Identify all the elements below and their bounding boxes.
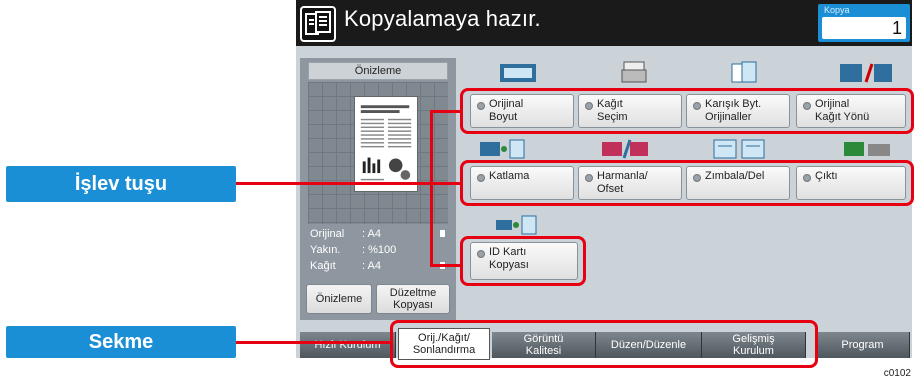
tab-pointer-line	[236, 341, 392, 344]
function-key-pointer-line	[236, 182, 462, 185]
copy-count-label: Kopya	[824, 5, 850, 15]
figure-code: c0102	[883, 368, 911, 379]
paper-value: : A4	[362, 260, 381, 272]
copy-mode-icon	[300, 6, 336, 42]
preview-button[interactable]: Önizleme	[306, 284, 372, 314]
annotation-connector-row1	[430, 110, 462, 113]
status-message: Kopyalamaya hazır.	[344, 6, 541, 31]
annotation-connector-vertical	[430, 110, 433, 266]
original-size-icon	[498, 60, 538, 84]
collate-offset-icon	[600, 138, 650, 160]
tab-highlight	[390, 320, 818, 368]
fold-icon	[478, 138, 528, 160]
id-card-icon	[494, 214, 540, 236]
function-key-highlight-row2	[460, 160, 914, 206]
tab-quick-setup[interactable]: Hızlı Kurulum	[300, 332, 396, 358]
document-thumbnail	[354, 96, 418, 192]
staple-punch-icon	[712, 138, 768, 160]
original-orientation-icon	[440, 230, 445, 237]
function-key-highlight-row1	[460, 88, 914, 134]
preview-title: Önizleme	[308, 62, 448, 80]
tab-callout: Sekme	[6, 326, 236, 358]
paper-label: Kağıt	[310, 260, 336, 272]
tab-program[interactable]: Program	[816, 332, 910, 358]
original-orientation-icon	[838, 60, 894, 84]
original-size-value: : A4	[362, 228, 381, 240]
function-key-callout: İşlev tuşu	[6, 166, 236, 202]
paper-tray-icon	[620, 60, 648, 84]
copy-count-field[interactable]: 1	[822, 17, 906, 39]
function-key-highlight-row3	[460, 236, 586, 286]
output-tray-icon	[842, 138, 892, 160]
annotation-connector-row3	[430, 264, 462, 267]
original-size-label: Orijinal	[310, 228, 345, 240]
mixed-originals-icon	[730, 60, 760, 84]
zoom-value: : %100	[362, 244, 397, 256]
edit-copy-button[interactable]: Düzeltme Kopyası	[376, 284, 450, 314]
zoom-label: Yakın.	[310, 244, 341, 256]
